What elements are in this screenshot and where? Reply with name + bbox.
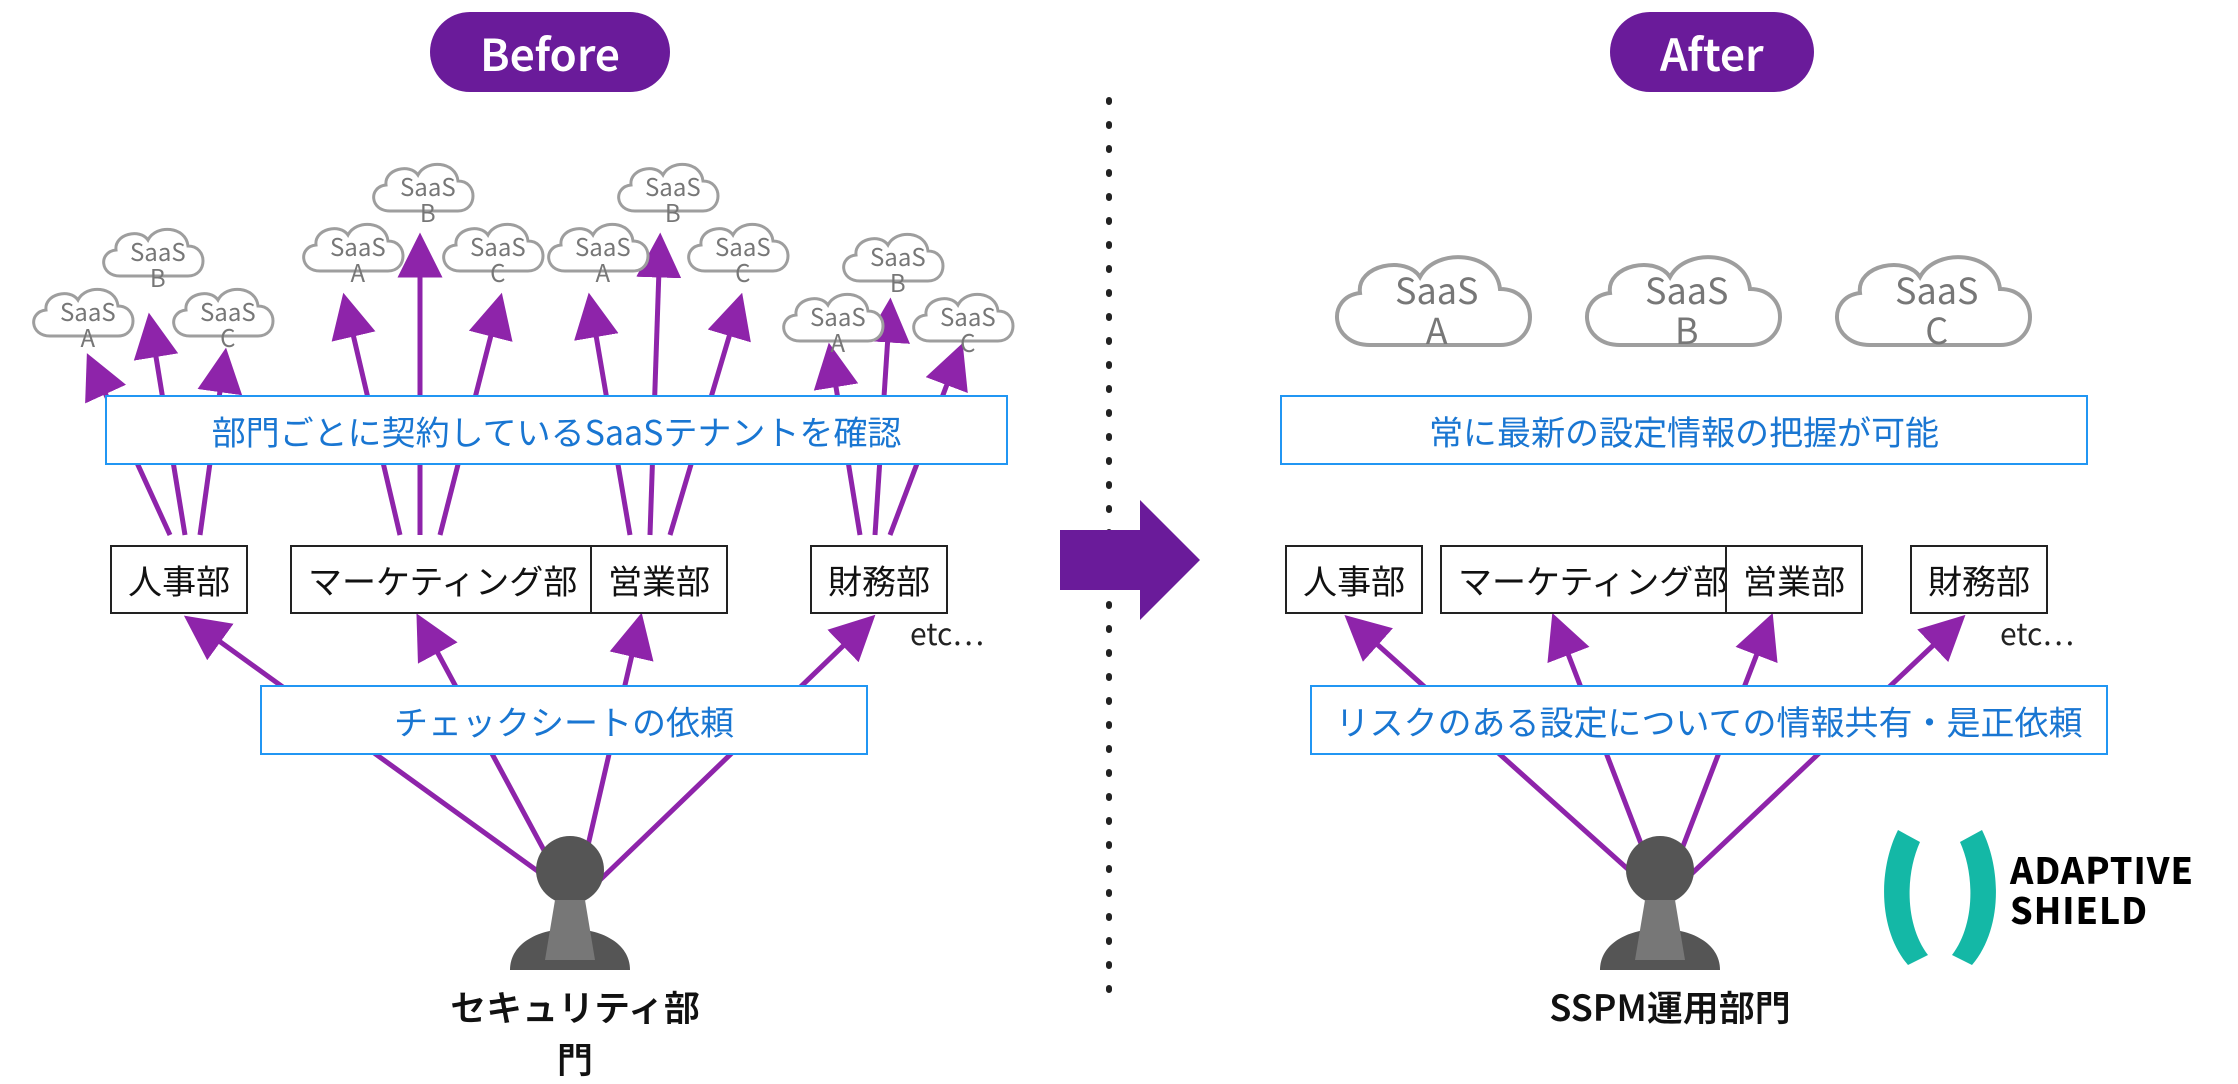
after-dept-3: 営業部	[1725, 545, 1863, 614]
before-etc: etc…	[910, 610, 984, 654]
before-cloud-cluster-4	[784, 234, 1013, 341]
adaptive-shield-logo-text: ADAPTIVE SHIELD	[2010, 850, 2194, 929]
after-note-top: 常に最新の設定情報の把握が可能	[1280, 395, 2088, 465]
after-pill-label: After	[1660, 20, 1764, 84]
before-pill-label: Before	[480, 20, 620, 84]
after-dept-4: 財務部	[1910, 545, 2048, 614]
after-pill: After	[1610, 12, 1814, 92]
transition-arrow	[1060, 500, 1200, 620]
after-etc: etc…	[2000, 610, 2074, 654]
after-role-label: SSPM運用部門	[1530, 980, 1810, 1032]
after-clouds	[1337, 257, 2030, 345]
after-note-bottom: リスクのある設定についての情報共有・是正依頼	[1310, 685, 2108, 755]
before-arrows-dept-to-clouds	[90, 240, 960, 535]
diagram-root: Before After 部門ごとに契約しているSaaSテナントを確認 チェック…	[0, 0, 2238, 1054]
before-dept-2: マーケティング部	[290, 545, 595, 614]
before-pill: Before	[430, 12, 670, 92]
before-dept-3: 営業部	[590, 545, 728, 614]
before-cloud-cluster-3	[549, 164, 788, 271]
adaptive-shield-logo-icon	[1884, 830, 1996, 965]
before-role-label: セキュリティ部門	[435, 980, 715, 1084]
before-note-bottom: チェックシートの依頼	[260, 685, 868, 755]
before-cloud-cluster-1	[34, 229, 273, 336]
before-note-top: 部門ごとに契約しているSaaSテナントを確認	[105, 395, 1008, 465]
svg-canvas	[0, 0, 2238, 1054]
after-dept-2: マーケティング部	[1440, 545, 1745, 614]
before-person-icon	[510, 836, 630, 970]
after-dept-1: 人事部	[1285, 545, 1423, 614]
before-dept-1: 人事部	[110, 545, 248, 614]
before-dept-4: 財務部	[810, 545, 948, 614]
before-cloud-cluster-2	[304, 164, 543, 271]
after-person-icon	[1600, 836, 1720, 970]
